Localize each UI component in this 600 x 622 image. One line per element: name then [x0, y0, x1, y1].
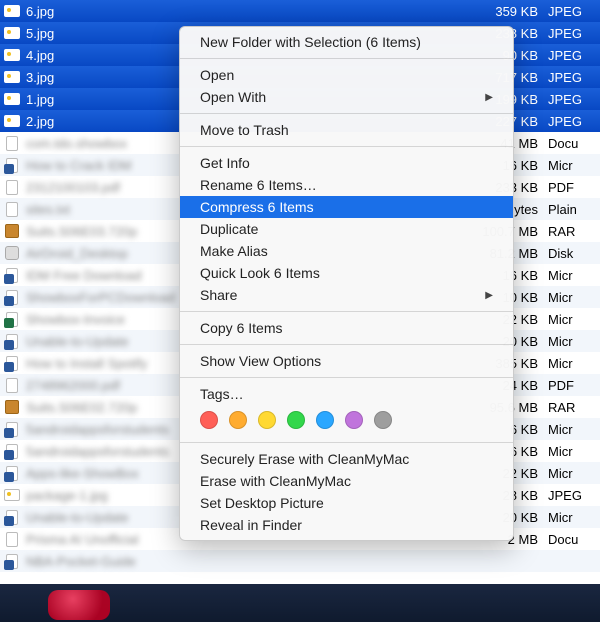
menu-separator [180, 442, 513, 443]
file-kind: Micr [548, 334, 596, 349]
menu-move-to-trash[interactable]: Move to Trash [180, 119, 513, 141]
file-kind: JPEG [548, 114, 596, 129]
word-file-icon [4, 443, 20, 459]
menu-open[interactable]: Open [180, 64, 513, 86]
file-kind: Disk [548, 246, 596, 261]
menu-securely-erase[interactable]: Securely Erase with CleanMyMac [180, 448, 513, 470]
image-file-icon [4, 91, 20, 107]
tag-color-dot[interactable] [229, 411, 247, 429]
tag-color-dot[interactable] [200, 411, 218, 429]
menu-make-alias[interactable]: Make Alias [180, 240, 513, 262]
word-file-icon [4, 157, 20, 173]
menu-set-desktop-picture[interactable]: Set Desktop Picture [180, 492, 513, 514]
file-kind: Micr [548, 290, 596, 305]
menu-tags[interactable]: Tags… [180, 383, 513, 405]
tag-color-dot[interactable] [287, 411, 305, 429]
word-file-icon [4, 465, 20, 481]
word-file-icon [4, 421, 20, 437]
word-file-icon [4, 509, 20, 525]
menu-copy[interactable]: Copy 6 Items [180, 317, 513, 339]
file-row[interactable]: NBA-Pocket-Guide [0, 550, 600, 572]
file-name: 6.jpg [26, 4, 476, 19]
context-menu: New Folder with Selection (6 Items) Open… [179, 26, 514, 541]
file-row[interactable]: 6.jpg359 KBJPEG [0, 0, 600, 22]
text-file-icon [4, 201, 20, 217]
file-kind: Micr [548, 510, 596, 525]
menu-rename[interactable]: Rename 6 Items… [180, 174, 513, 196]
menu-separator [180, 377, 513, 378]
menu-separator [180, 146, 513, 147]
file-kind: JPEG [548, 26, 596, 41]
image-file-icon [4, 25, 20, 41]
menu-show-view-options[interactable]: Show View Options [180, 350, 513, 372]
file-kind: Micr [548, 466, 596, 481]
file-kind: Micr [548, 268, 596, 283]
generic-file-icon [4, 531, 20, 547]
pdf-file-icon [4, 179, 20, 195]
menu-share[interactable]: Share▶ [180, 284, 513, 306]
menu-separator [180, 113, 513, 114]
file-kind: JPEG [548, 92, 596, 107]
menu-reveal-in-finder[interactable]: Reveal in Finder [180, 514, 513, 536]
file-kind: JPEG [548, 70, 596, 85]
word-file-icon [4, 289, 20, 305]
generic-file-icon [4, 135, 20, 151]
file-kind: Micr [548, 444, 596, 459]
file-kind: Docu [548, 532, 596, 547]
word-file-icon [4, 267, 20, 283]
word-file-icon [4, 333, 20, 349]
image-file-icon [4, 69, 20, 85]
pdf-file-icon [4, 377, 20, 393]
image-file-icon [4, 113, 20, 129]
file-kind: JPEG [548, 4, 596, 19]
menu-open-with[interactable]: Open With▶ [180, 86, 513, 108]
archive-file-icon [4, 399, 20, 415]
menu-separator [180, 58, 513, 59]
menu-erase[interactable]: Erase with CleanMyMac [180, 470, 513, 492]
chevron-right-icon: ▶ [485, 290, 493, 301]
tags-color-row [180, 405, 513, 437]
file-kind: JPEG [548, 488, 596, 503]
word-file-icon [4, 355, 20, 371]
file-kind: Plain [548, 202, 596, 217]
menu-duplicate[interactable]: Duplicate [180, 218, 513, 240]
tag-color-dot[interactable] [345, 411, 363, 429]
tag-color-dot[interactable] [374, 411, 392, 429]
dock-background [0, 584, 600, 622]
archive-file-icon [4, 223, 20, 239]
menu-compress[interactable]: Compress 6 Items [180, 196, 513, 218]
file-kind: RAR [548, 224, 596, 239]
tag-color-dot[interactable] [316, 411, 334, 429]
image-file-icon [4, 487, 20, 503]
tag-color-dot[interactable] [258, 411, 276, 429]
file-kind: Micr [548, 422, 596, 437]
file-kind: JPEG [548, 48, 596, 63]
menu-get-info[interactable]: Get Info [180, 152, 513, 174]
menu-separator [180, 311, 513, 312]
image-file-icon [4, 47, 20, 63]
disk-image-icon [4, 245, 20, 261]
dock-app-icon[interactable] [48, 590, 110, 620]
image-file-icon [4, 3, 20, 19]
file-kind: Docu [548, 136, 596, 151]
file-kind: PDF [548, 180, 596, 195]
word-file-icon [4, 553, 20, 569]
excel-file-icon [4, 311, 20, 327]
file-kind: PDF [548, 378, 596, 393]
file-kind: Micr [548, 312, 596, 327]
menu-new-folder-with-selection[interactable]: New Folder with Selection (6 Items) [180, 31, 513, 53]
file-kind: RAR [548, 400, 596, 415]
chevron-right-icon: ▶ [485, 92, 493, 103]
file-name: NBA-Pocket-Guide [26, 554, 476, 569]
file-kind: Micr [548, 158, 596, 173]
menu-quick-look[interactable]: Quick Look 6 Items [180, 262, 513, 284]
menu-separator [180, 344, 513, 345]
file-size: 359 KB [476, 4, 548, 19]
file-kind: Micr [548, 356, 596, 371]
